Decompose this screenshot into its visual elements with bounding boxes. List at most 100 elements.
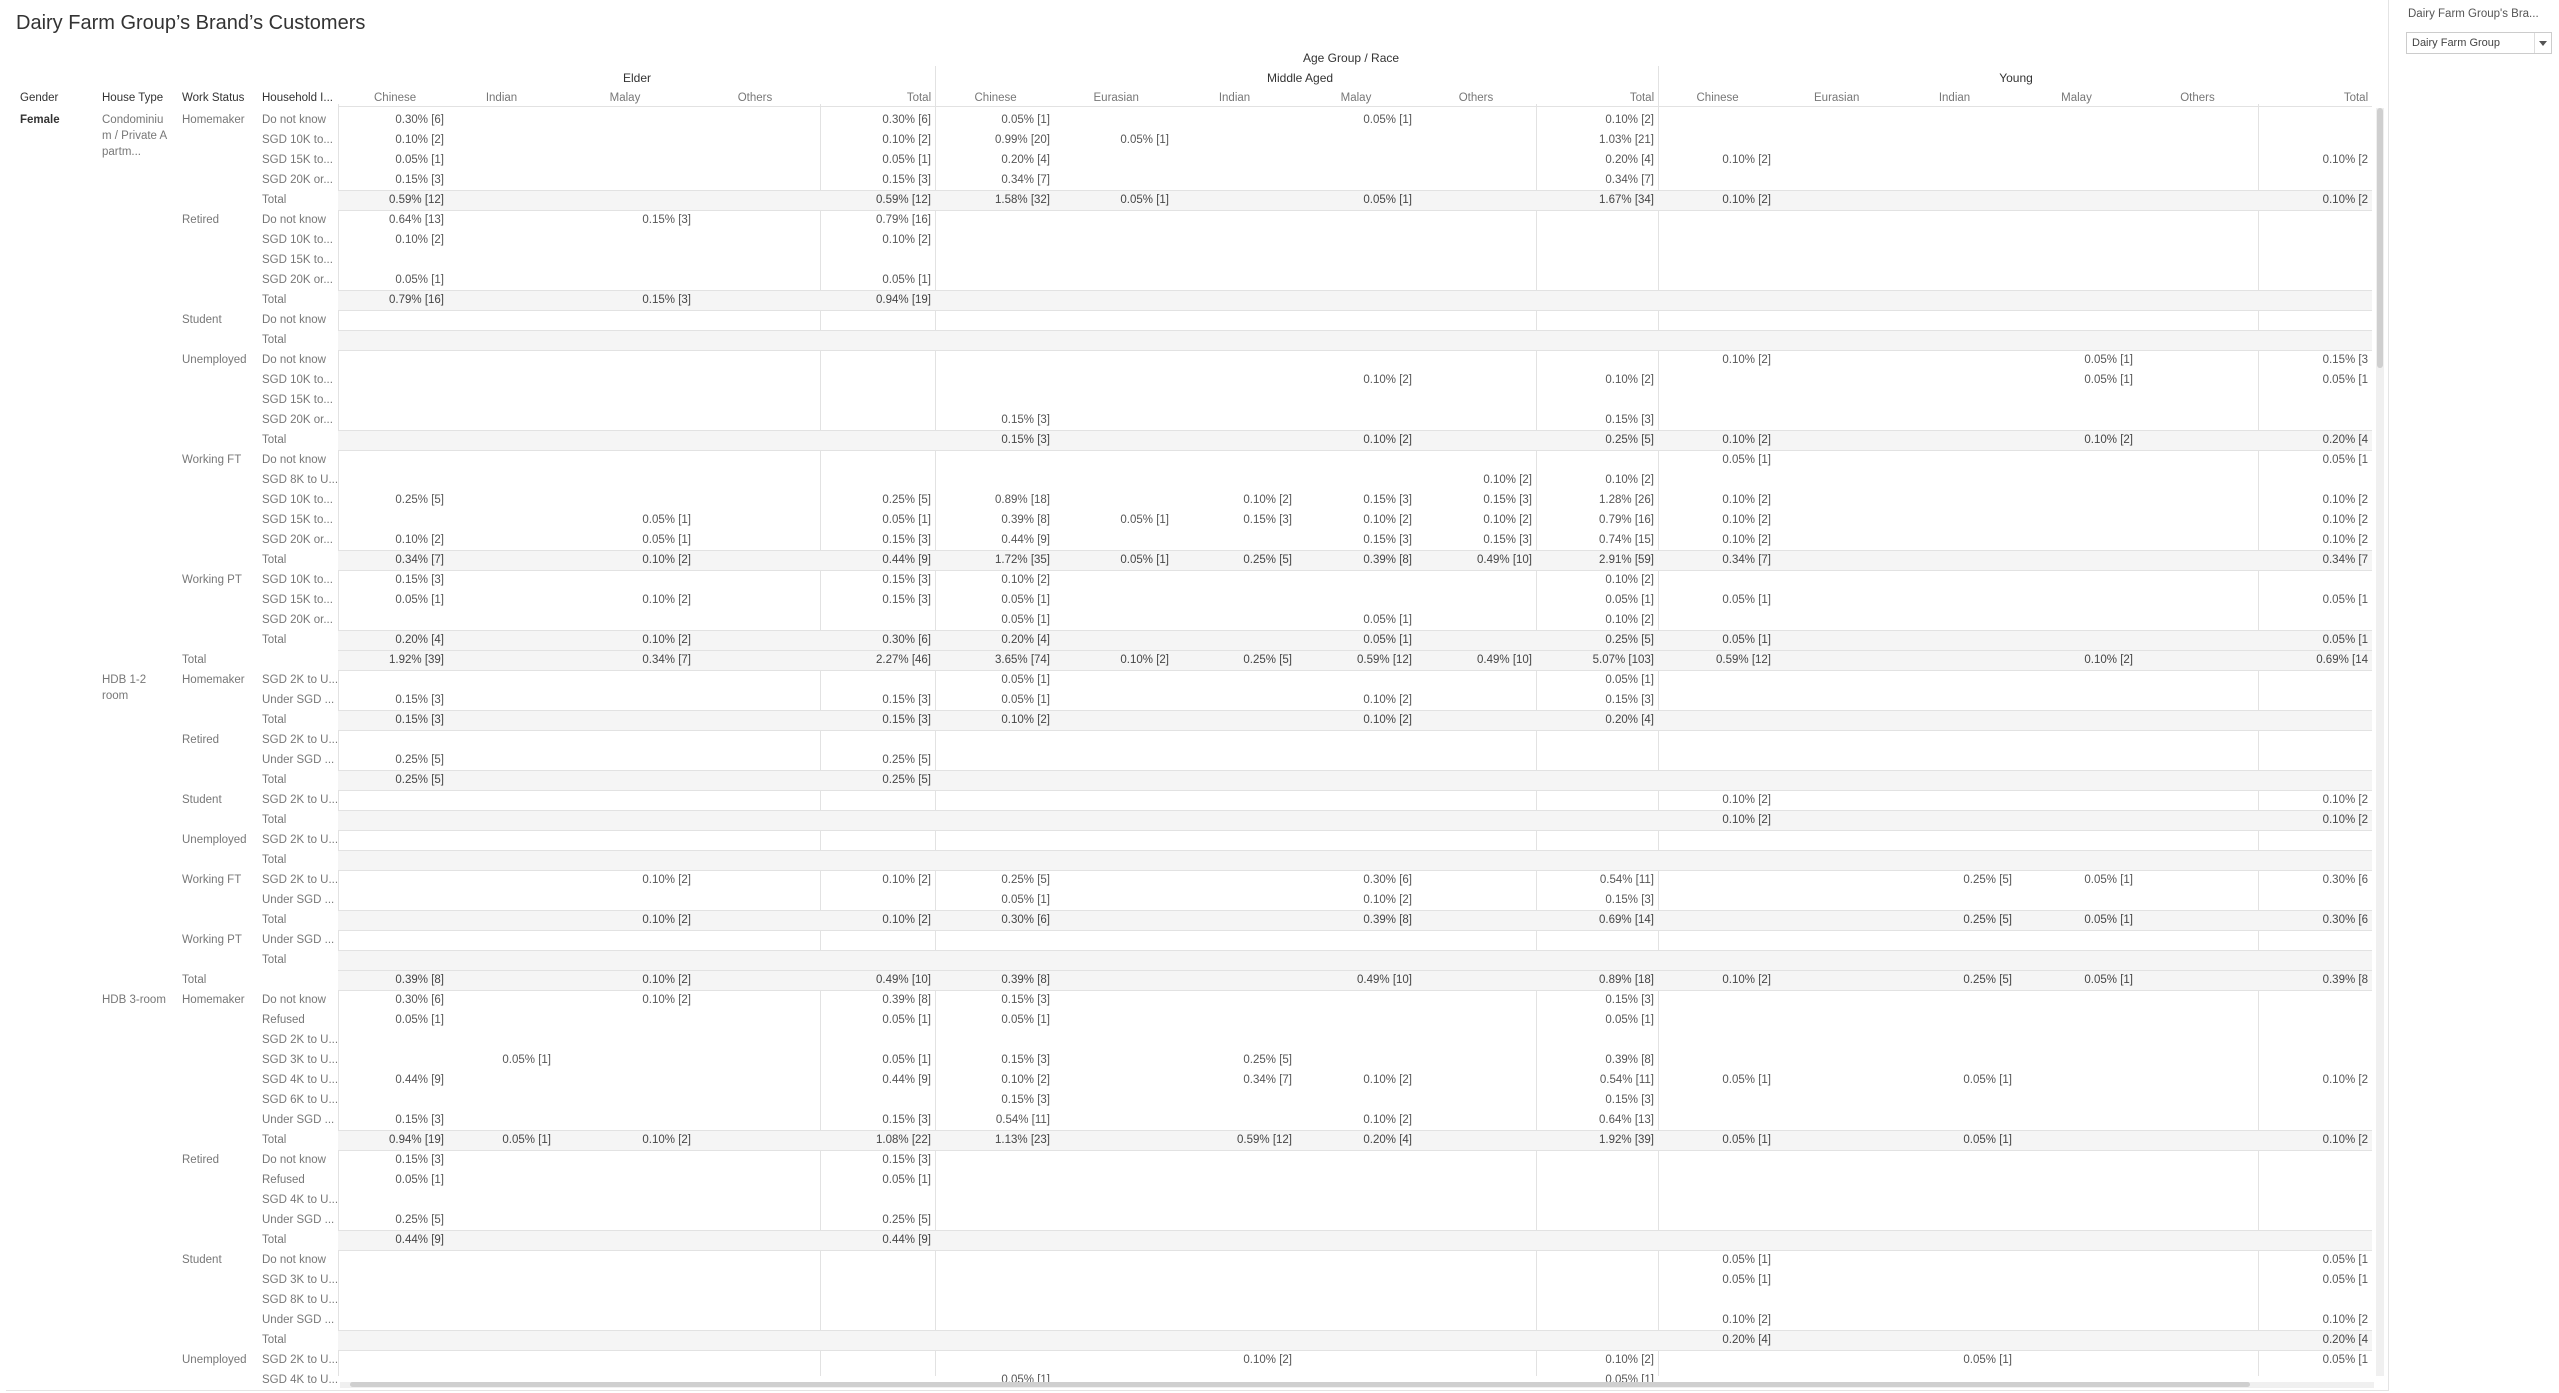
table-cell: 0.15% [3] (1363, 494, 1412, 506)
row-label: SGD 8K to U... (262, 1294, 338, 1306)
table-cell: 0.34% [7] (1722, 554, 1771, 566)
work-status-15: Retired (182, 1154, 220, 1166)
table-cell: 0.20% [4] (1722, 1334, 1771, 1346)
row-label: SGD 2K to U... (262, 674, 338, 686)
row-label: SGD 3K to U... (262, 1274, 338, 1286)
table-cell: 0.05% [1] (1001, 694, 1050, 706)
table-cell: 0.10% [2] (1605, 474, 1654, 486)
table-cell: 0.10% [2] (1722, 534, 1771, 546)
table-cell: 0.10% [2] (1722, 794, 1771, 806)
row-label: Do not know (262, 354, 326, 366)
table-cell: 0.10% [2 (2322, 514, 2368, 526)
header-group-elder: Elder (622, 71, 651, 85)
table-cell: 0.05% [1] (1963, 1134, 2012, 1146)
vertical-scroll-thumb[interactable] (2377, 108, 2383, 368)
total-bottom-line (338, 1150, 2372, 1151)
row-label: SGD 20K or... (262, 614, 333, 626)
row-header-2: Work Status (182, 92, 245, 104)
table-cell: 0.05% [1 (2322, 1274, 2368, 1286)
table-cell: 0.05% [1] (1001, 894, 1050, 906)
horizontal-scrollbar[interactable] (340, 1382, 2374, 1388)
row-label: Under SGD ... (262, 694, 335, 706)
table-cell: 0.39% [8] (882, 994, 931, 1006)
row-label: SGD 2K to U... (262, 834, 338, 846)
total-bottom-line (338, 670, 2372, 671)
row-label: SGD 4K to U... (262, 1074, 338, 1086)
table-cell: 0.10% [2] (1363, 694, 1412, 706)
column-header-5: Chinese (974, 92, 1017, 104)
table-cell: 0.10% [2] (2084, 654, 2133, 666)
total-bottom-line (338, 870, 2372, 871)
table-cell: 0.15% [3] (882, 594, 931, 606)
table-cell: 1.92% [39] (1599, 1134, 1654, 1146)
work-status-8: Retired (182, 734, 220, 746)
table-cell: 1.28% [26] (1599, 494, 1654, 506)
table-cell: 0.34% [7 (2322, 554, 2368, 566)
column-header-4: Total (906, 92, 932, 104)
table-cell: 0.25% [5] (1243, 1054, 1292, 1066)
row-label: SGD 2K to U... (262, 794, 338, 806)
column-header-0: Chinese (374, 92, 417, 104)
table-cell: 0.34% [7] (1001, 174, 1050, 186)
brand-filter-dropdown[interactable]: Dairy Farm Group (2406, 32, 2552, 54)
total-top-line (338, 850, 2372, 851)
total-bottom-line (338, 930, 2372, 931)
table-cell: 0.10% [2] (1363, 434, 1412, 446)
table-cell: 0.15% [3] (395, 714, 444, 726)
total-top-line (338, 910, 2372, 911)
table-cell: 0.05% [1] (1001, 114, 1050, 126)
row-label: Do not know (262, 454, 326, 466)
table-cell: 0.15% [3] (395, 1114, 444, 1126)
table-cell: 0.15% [3] (882, 1154, 931, 1166)
work-status-12: Working PT (182, 934, 242, 946)
row-label-total: Total (262, 434, 287, 446)
table-cell: 0.59% [12] (1716, 654, 1771, 666)
table-cell: 0.05% [1] (2084, 914, 2133, 926)
table-cell: 0.20% [4] (1001, 634, 1050, 646)
total-top-line (338, 810, 2372, 811)
work-status-2: Student (182, 314, 222, 326)
table-cell: 0.15% [3] (882, 534, 931, 546)
table-cell: 0.10% [2] (1722, 974, 1771, 986)
table-cell: 0.15% [3] (1605, 994, 1654, 1006)
total-top-line (338, 970, 2372, 971)
table-cell: 0.59% [12] (389, 194, 444, 206)
table-cell: 0.05% [1] (1963, 1074, 2012, 1086)
table-cell: 0.59% [12] (876, 194, 931, 206)
table-cell: 0.10% [2] (395, 134, 444, 146)
total-band (338, 950, 2372, 970)
table-cell: 0.05% [1] (1605, 674, 1654, 686)
table-cell: 0.05% [1] (882, 514, 931, 526)
table-cell: 0.25% [5] (882, 774, 931, 786)
total-top-line (338, 1230, 2372, 1231)
table-cell: 0.10% [2] (1483, 514, 1532, 526)
table-cell: 0.10% [2] (1001, 714, 1050, 726)
table-cell: 0.25% [5] (1243, 554, 1292, 566)
total-top-line (338, 950, 2372, 951)
horizontal-scroll-thumb[interactable] (350, 1382, 2250, 1387)
table-cell: 0.10% [2] (1722, 354, 1771, 366)
table-cell: 0.25% [5] (1963, 974, 2012, 986)
table-cell: 0.05% [1] (1722, 594, 1771, 606)
column-header-9: Others (1458, 92, 1494, 104)
column-header-15: Others (2180, 92, 2215, 104)
vertical-scrollbar[interactable] (2376, 108, 2384, 1376)
header-bottom-line (338, 106, 2372, 107)
chevron-down-icon[interactable] (2534, 33, 2551, 53)
row-label: SGD 15K to... (262, 594, 333, 606)
table-cell: 0.34% [7] (395, 554, 444, 566)
column-header-7: Indian (1218, 92, 1251, 104)
column-header-6: Eurasian (1093, 92, 1139, 104)
table-cell: 0.25% [5] (395, 494, 444, 506)
table-cell: 0.20% [4] (395, 634, 444, 646)
table-cell: 0.05% [1] (1722, 454, 1771, 466)
table-cell: 0.49% [10] (1477, 554, 1532, 566)
table-cell: 0.94% [19] (876, 294, 931, 306)
row-label: Under SGD ... (262, 894, 335, 906)
table-cell: 0.05% [1] (1363, 614, 1412, 626)
total-bottom-line (338, 570, 2372, 571)
table-cell: 0.25% [5] (1243, 654, 1292, 666)
row-label-total: Total (262, 914, 287, 926)
table-cell: 0.15% [3] (1001, 994, 1050, 1006)
row-label-total: Total (262, 1334, 287, 1346)
